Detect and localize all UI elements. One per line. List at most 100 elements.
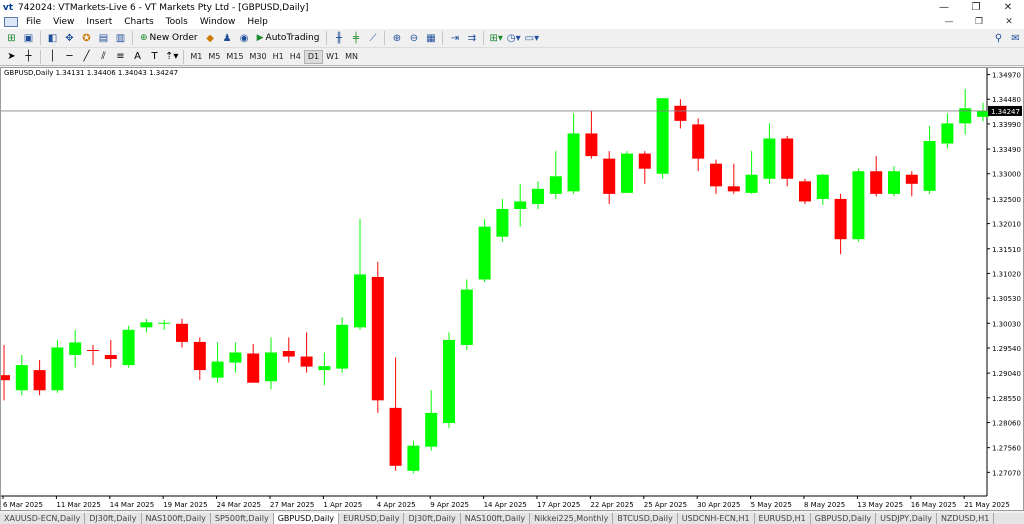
window-title: 742024: VTMarkets-Live 6 - VT Markets Pt… — [18, 2, 309, 13]
zoom-in-icon[interactable]: ⊕ — [389, 31, 404, 46]
timeframe-m15[interactable]: M15 — [223, 50, 246, 64]
chart-tab[interactable]: DJ30ft,Daily — [85, 513, 142, 524]
chart-tab[interactable]: USDCNH-ECN,H1 — [678, 513, 755, 524]
market-watch-icon[interactable]: ◧ — [45, 31, 60, 46]
crosshair-icon[interactable]: ┼ — [21, 49, 36, 64]
bullish-candle — [229, 352, 242, 363]
chart-close-button[interactable]: ✕ — [994, 17, 1024, 27]
menu-file[interactable]: File — [20, 17, 47, 27]
zoom-out-icon[interactable]: ⊖ — [406, 31, 421, 46]
chart-tab[interactable]: BTCUSD,Daily — [613, 513, 678, 524]
bullish-candle — [443, 339, 455, 423]
auto-scroll-icon[interactable]: ⇉ — [464, 31, 479, 46]
menu-window[interactable]: Window — [194, 17, 242, 27]
chart-tab[interactable]: SP500ft,Daily — [211, 513, 274, 524]
bullish-candle — [549, 176, 562, 194]
bullish-candle — [977, 110, 989, 117]
chart-tab[interactable]: NAS100ft,Daily — [461, 513, 531, 524]
minimize-button[interactable]: — — [928, 0, 960, 15]
chart-tab[interactable]: XAUUSD-ECN,Daily — [0, 513, 86, 524]
chart-tab[interactable]: GBPUSD,Daily — [811, 513, 877, 524]
chart-tab[interactable]: GBPUSD,Daily — [273, 513, 340, 524]
price-tick-label: 1.32010 — [992, 221, 1021, 229]
bearish-candle — [176, 323, 188, 342]
data-window-icon[interactable]: ✥ — [62, 31, 77, 46]
autotrading-button[interactable]: ▶ AutoTrading — [254, 31, 323, 46]
strategy-tester-icon[interactable]: ▥ — [113, 31, 128, 46]
profiles-icon[interactable]: ▣ — [21, 31, 36, 46]
maximize-button[interactable]: ❐ — [960, 0, 992, 15]
new-order-button[interactable]: ⊕ New Order — [137, 31, 201, 46]
chart-tab[interactable]: USDJPY,Daily — [876, 513, 937, 524]
vertical-line-icon[interactable]: │ — [45, 49, 60, 64]
time-tick-label: 11 Mar 2025 — [56, 501, 100, 509]
bearish-candle — [870, 171, 883, 194]
menu-view[interactable]: View — [47, 17, 80, 27]
templates-icon[interactable]: ▭▾ — [524, 31, 540, 46]
timeframe-w1[interactable]: W1 — [323, 50, 342, 64]
signals-icon[interactable]: ♟ — [220, 31, 235, 46]
chart-tab[interactable]: NZDUSD,H1 — [937, 513, 995, 524]
bearish-candle — [692, 124, 705, 159]
menu-charts[interactable]: Charts — [118, 17, 159, 27]
bar-chart-icon[interactable]: ╫ — [331, 31, 346, 46]
chart-tab[interactable]: Nikkei225,Monthly — [530, 513, 614, 524]
timeframe-m1[interactable]: M1 — [187, 50, 205, 64]
app-logo: vt — [2, 2, 14, 13]
menu-help[interactable]: Help — [241, 17, 274, 27]
cursor-icon[interactable]: ➤ — [4, 49, 19, 64]
text-label-icon[interactable]: T — [147, 49, 162, 64]
equidistant-channel-icon[interactable]: ⫽ — [96, 49, 111, 64]
search-icon[interactable]: ⚲ — [991, 31, 1006, 46]
chart-area[interactable]: 1.34970 1.34480 1.33990 1.33490 1.33000 1.325… — [0, 67, 1024, 511]
menu-tools[interactable]: Tools — [160, 17, 194, 27]
chart-restore-button[interactable]: ❐ — [964, 17, 994, 27]
periods-icon[interactable]: ◷▾ — [506, 31, 522, 46]
close-button[interactable]: ✕ — [992, 0, 1024, 15]
time-tick-label: 4 Apr 2025 — [377, 501, 416, 509]
terminal-icon[interactable]: ▤ — [96, 31, 111, 46]
indicators-icon[interactable]: ⊞▾ — [488, 31, 503, 46]
chart-shift-icon[interactable]: ⇥ — [447, 31, 462, 46]
bearish-candle — [905, 174, 918, 184]
bearish-candle — [585, 133, 598, 157]
chart-window-icon[interactable] — [4, 17, 18, 27]
chart-tab[interactable]: EURUSD,H1 — [755, 513, 811, 524]
candlestick-icon[interactable]: ╪ — [348, 31, 363, 46]
fibonacci-icon[interactable]: ≡ — [113, 49, 128, 64]
text-icon[interactable]: A — [130, 49, 145, 64]
timeframe-m5[interactable]: M5 — [205, 50, 223, 64]
chat-icon[interactable]: ✉ — [1008, 31, 1023, 46]
timeframe-mn[interactable]: MN — [342, 50, 361, 64]
time-tick-label: 9 Apr 2025 — [430, 501, 469, 509]
arrows-icon[interactable]: ⇡▾ — [164, 49, 179, 64]
timeframe-m30[interactable]: M30 — [247, 50, 270, 64]
line-chart-icon[interactable]: ⟋ — [365, 31, 380, 46]
timeframe-d1[interactable]: D1 — [303, 49, 324, 64]
bullish-candle — [763, 138, 776, 179]
time-tick-label: 22 Apr 2025 — [590, 501, 633, 509]
price-chart[interactable]: 1.34970 1.34480 1.33990 1.33490 1.33000 1.325… — [1, 68, 1023, 510]
bearish-candle — [799, 181, 811, 202]
timeframe-h4[interactable]: H4 — [287, 50, 304, 64]
chart-tab[interactable]: DJ30ft,Daily — [404, 513, 461, 524]
time-tick-label: 19 Mar 2025 — [163, 501, 207, 509]
chart-tab[interactable]: NAS100ft,Daily — [142, 513, 211, 524]
market-icon[interactable]: ◉ — [237, 31, 252, 46]
bullish-candle — [656, 98, 669, 174]
price-tick-label: 1.31510 — [992, 246, 1021, 254]
new-chart-icon[interactable]: ⊞ — [4, 31, 19, 46]
navigator-icon[interactable]: ✪ — [79, 31, 94, 46]
chart-minimize-button[interactable]: — — [934, 17, 964, 27]
tile-windows-icon[interactable]: ▦ — [423, 31, 438, 46]
chart-tab[interactable]: EURUSD,Daily — [339, 513, 405, 524]
timeframe-h1[interactable]: H1 — [270, 50, 287, 64]
menu-insert[interactable]: Insert — [80, 17, 118, 27]
metaeditor-icon[interactable]: ◆ — [203, 31, 218, 46]
horizontal-line-icon[interactable]: ─ — [62, 49, 77, 64]
bullish-candle — [140, 322, 153, 328]
new-order-label: New Order — [149, 33, 198, 43]
trendline-icon[interactable]: ╱ — [79, 49, 94, 64]
bullish-candle — [959, 108, 972, 124]
time-tick-label: 24 Mar 2025 — [217, 501, 261, 509]
